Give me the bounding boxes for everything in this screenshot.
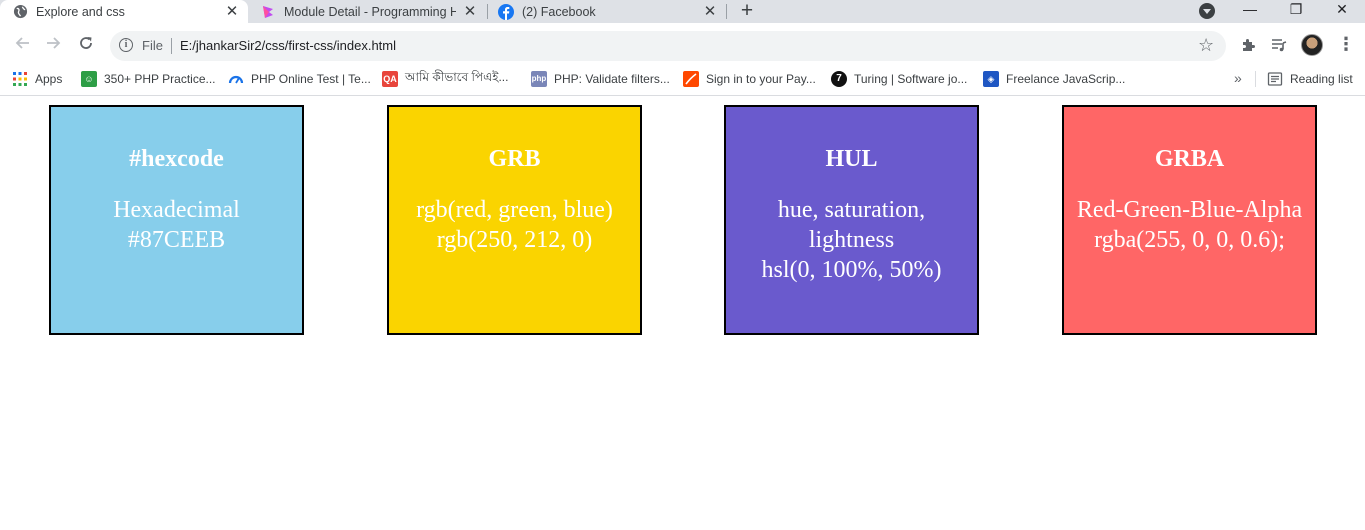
- reading-list-button[interactable]: Reading list: [1267, 69, 1353, 89]
- tab-facebook[interactable]: (2) Facebook ✕: [486, 0, 726, 23]
- info-icon[interactable]: i: [119, 38, 133, 52]
- bookmark-label: আমি কীভাবে পিএই...: [405, 70, 509, 84]
- hexcode-color-card: #hexcode Hexadecimal #87CEEB: [49, 105, 304, 335]
- omnibox-divider: [171, 38, 172, 54]
- rgb-color-card: GRB rgb(red, green, blue) rgb(250, 212, …: [387, 105, 642, 335]
- hsl-color-card: HUL hue, saturation, lightness hsl(0, 10…: [724, 105, 979, 335]
- minimize-button[interactable]: —: [1227, 0, 1273, 23]
- profile-avatar[interactable]: [1301, 34, 1323, 56]
- bookmark-label: Turing | Software jo...: [854, 72, 968, 86]
- payoneer-icon: [683, 71, 699, 87]
- browser-toolbar: i File E:/jhankarSir2/css/first-css/inde…: [0, 23, 1365, 68]
- bookmark-qa[interactable]: QA আমি কীভাবে পিএই...: [382, 69, 508, 89]
- facebook-icon: [498, 3, 514, 20]
- bookmark-label: PHP Online Test | Te...: [251, 72, 371, 86]
- bookmarks-bar: Apps ☺ 350+ PHP Practice... PHP Online T…: [0, 68, 1365, 96]
- bookmark-label: 350+ PHP Practice...: [104, 72, 216, 86]
- tab-title: (2) Facebook: [522, 4, 596, 19]
- reload-icon[interactable]: [76, 35, 96, 55]
- tab-strip: Explore and css ✕ Module Detail - Progra…: [0, 0, 1365, 23]
- new-tab-button[interactable]: +: [736, 0, 758, 23]
- bookmark-apps[interactable]: Apps: [12, 69, 62, 89]
- tab-close-icon[interactable]: ✕: [462, 3, 478, 20]
- card-line: lightness: [808, 227, 895, 253]
- card-line: Red-Green-Blue-Alpha: [1076, 197, 1303, 223]
- bookmarks-overflow-button[interactable]: »: [1234, 70, 1242, 86]
- scheme-label: File: [142, 38, 163, 53]
- bookmark-star-icon[interactable]: ☆: [1198, 35, 1214, 55]
- php-practice-icon: ☺: [81, 71, 97, 87]
- turing-icon: 7: [831, 71, 847, 87]
- card-title: GRBA: [1154, 146, 1225, 172]
- url-text[interactable]: E:/jhankarSir2/css/first-css/index.html: [180, 38, 396, 53]
- rgba-color-card: GRBA Red-Green-Blue-Alpha rgba(255, 0, 0…: [1062, 105, 1317, 335]
- tab-title: Module Detail - Programming He: [284, 4, 456, 19]
- card-line: #87CEEB: [127, 227, 226, 253]
- tab-module-detail[interactable]: Module Detail - Programming He ✕: [248, 0, 486, 23]
- extensions-puzzle-icon[interactable]: [1239, 36, 1257, 54]
- bookmark-freelance[interactable]: ◈ Freelance JavaScrip...: [983, 69, 1125, 89]
- tab-title: Explore and css: [36, 4, 125, 19]
- bookmarks-divider: [1255, 71, 1256, 87]
- php-test-icon: [228, 71, 244, 87]
- bookmark-label: PHP: Validate filters...: [554, 72, 670, 86]
- bookmark-label: Sign in to your Pay...: [706, 72, 816, 86]
- bookmark-label: Apps: [35, 72, 63, 86]
- tab-explore-and-css[interactable]: Explore and css ✕: [0, 0, 248, 23]
- restore-button[interactable]: ❐: [1273, 0, 1319, 23]
- bookmark-payoneer[interactable]: Sign in to your Pay...: [683, 69, 816, 89]
- bookmark-php-practice[interactable]: ☺ 350+ PHP Practice...: [81, 69, 216, 89]
- tab-search-icon[interactable]: [1199, 3, 1215, 19]
- card-title: #hexcode: [129, 146, 224, 172]
- close-window-button[interactable]: ✕: [1319, 0, 1365, 23]
- card-line: Hexadecimal: [113, 197, 240, 223]
- bookmark-php-validate[interactable]: php PHP: Validate filters...: [531, 69, 670, 89]
- media-queue-icon[interactable]: [1270, 36, 1288, 54]
- address-bar[interactable]: i File E:/jhankarSir2/css/first-css/inde…: [110, 31, 1226, 61]
- card-line: rgba(255, 0, 0, 0.6);: [1094, 227, 1285, 253]
- tab-close-icon[interactable]: ✕: [224, 3, 240, 20]
- card-title: HUL: [825, 146, 878, 172]
- apps-grid-icon: [12, 71, 28, 87]
- php-icon: php: [531, 71, 547, 87]
- bookmark-label: Freelance JavaScrip...: [1006, 72, 1126, 86]
- qa-icon: QA: [382, 71, 398, 87]
- bookmark-php-online-test[interactable]: PHP Online Test | Te...: [228, 69, 371, 89]
- reading-list-icon: [1267, 71, 1283, 87]
- card-line: rgb(red, green, blue): [416, 197, 613, 223]
- card-line: hue, saturation,: [777, 197, 926, 223]
- programming-hero-icon: [260, 4, 276, 20]
- reading-list-label: Reading list: [1290, 72, 1353, 86]
- tab-close-icon[interactable]: ✕: [702, 3, 718, 20]
- card-title: GRB: [488, 146, 541, 172]
- bookmark-turing[interactable]: 7 Turing | Software jo...: [831, 69, 967, 89]
- forward-arrow-icon[interactable]: [44, 35, 64, 55]
- card-line: hsl(0, 100%, 50%): [761, 257, 942, 283]
- menu-kebab-icon[interactable]: ⋮: [1337, 35, 1355, 55]
- back-arrow-icon[interactable]: [12, 35, 32, 55]
- freelance-icon: ◈: [983, 71, 999, 87]
- globe-icon: [12, 4, 28, 20]
- tab-separator: [726, 4, 727, 19]
- card-line: rgb(250, 212, 0): [436, 227, 593, 253]
